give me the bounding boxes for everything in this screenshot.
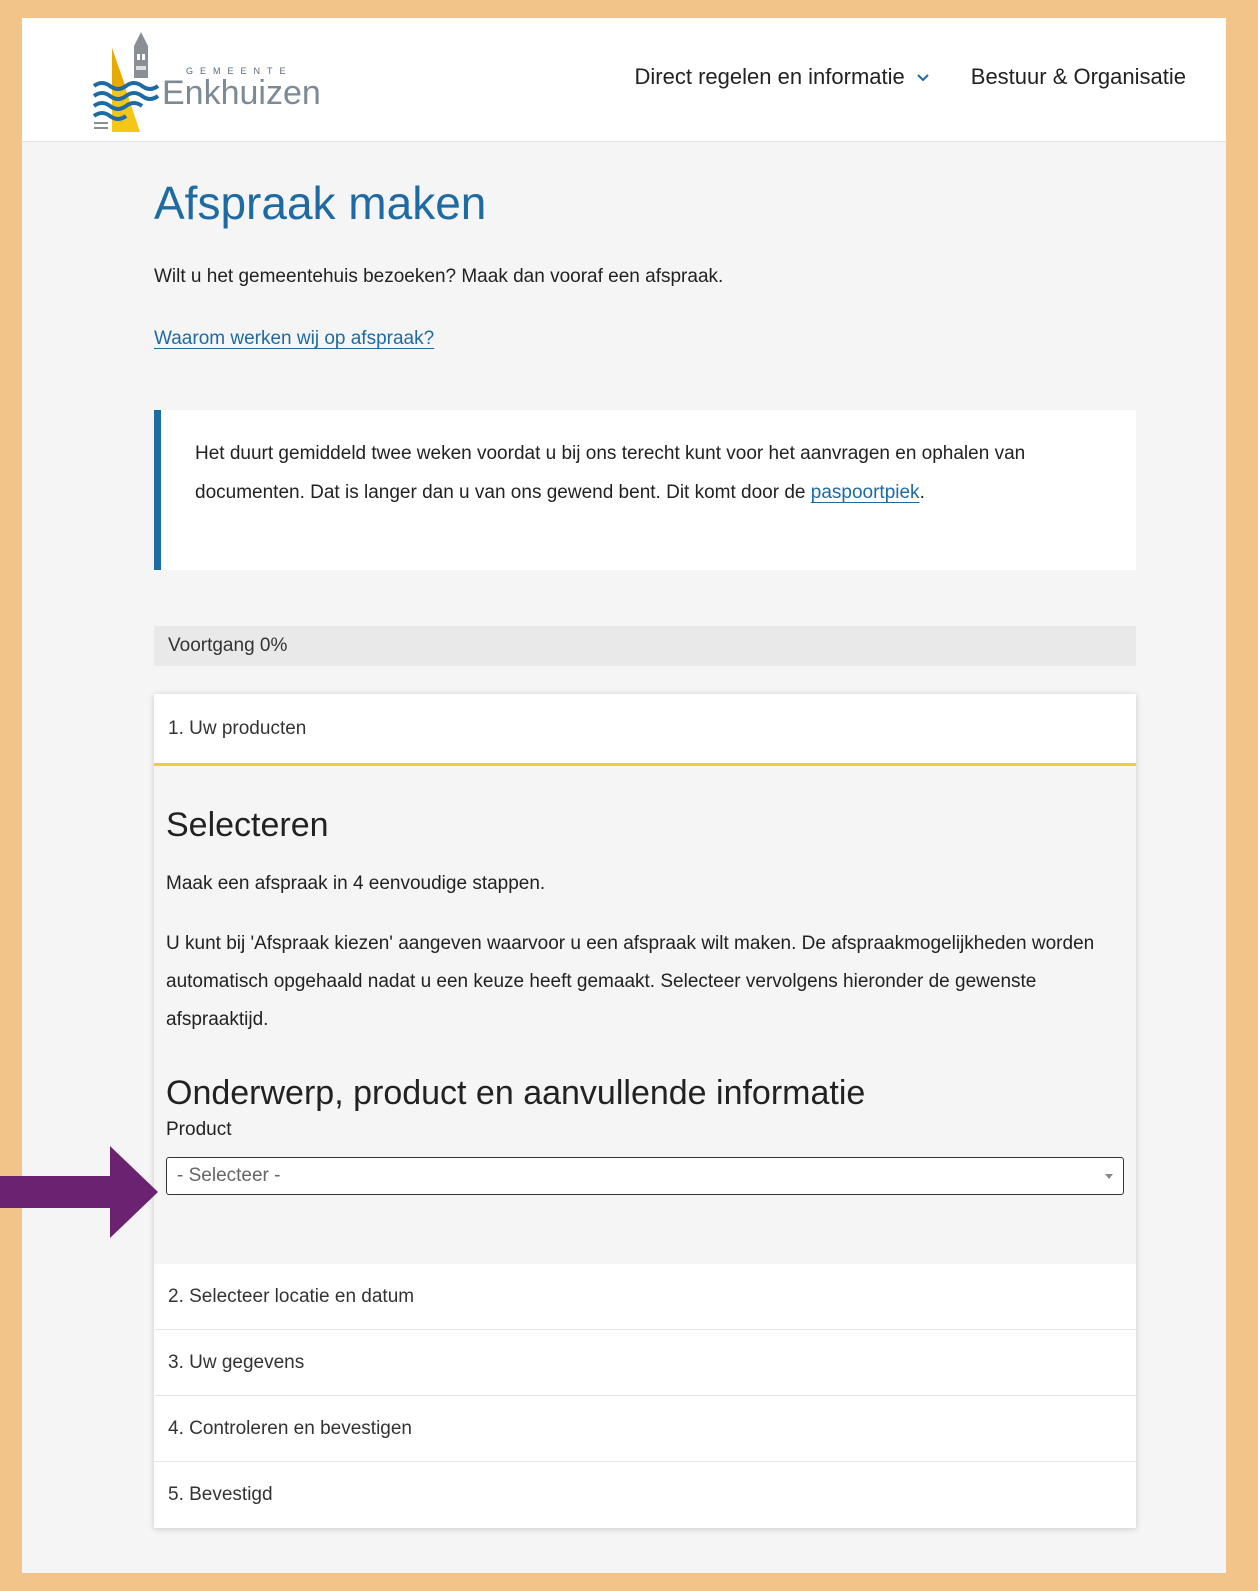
step-paragraph-1: Maak een afspraak in 4 eenvoudige stappe… — [166, 873, 546, 894]
section-heading: Onderwerp, product en aanvullende inform… — [166, 1074, 866, 1112]
nav-item-label: Direct regelen en informatie — [634, 64, 905, 89]
step-heading: Selecteren — [166, 806, 329, 844]
step-3-header[interactable]: 3. Uw gegevens — [154, 1330, 1136, 1396]
main-nav: Direct regelen en informatie Bestuur & O… — [635, 64, 1186, 90]
progress-bar: Voortgang 0% — [154, 626, 1136, 666]
nav-item-label: Bestuur & Organisatie — [970, 64, 1186, 89]
step-label: 2. Selecteer locatie en datum — [168, 1285, 415, 1307]
chevron-down-icon — [917, 74, 929, 82]
product-select-value: - Selecteer - — [177, 1165, 281, 1186]
step-1-body: Selecteren Maak een afspraak in 4 eenvou… — [154, 766, 1136, 1264]
step-4-header[interactable]: 4. Controleren en bevestigen — [154, 1396, 1136, 1462]
annotation-arrow-icon — [0, 1146, 158, 1238]
product-select[interactable]: - Selecteer - — [166, 1157, 1124, 1195]
step-5-header[interactable]: 5. Bevestigd — [154, 1462, 1136, 1528]
step-2-header[interactable]: 2. Selecteer locatie en datum — [154, 1264, 1136, 1330]
step-1-header[interactable]: 1. Uw producten — [154, 694, 1136, 766]
paspoortpiek-link[interactable]: paspoortpiek — [811, 482, 920, 503]
enkhuizen-logo[interactable]: GEMEENTE Enkhuizen — [90, 28, 330, 136]
why-appointment-link[interactable]: Waarom werken wij op afspraak? — [154, 328, 434, 350]
nav-item-direct-regelen[interactable]: Direct regelen en informatie — [635, 64, 931, 90]
logo-name-text: Enkhuizen — [162, 74, 321, 112]
step-label: 3. Uw gegevens — [168, 1351, 305, 1373]
select-caret-icon — [1105, 1173, 1113, 1179]
step-paragraph-2: U kunt bij 'Afspraak kiezen' aangeven wa… — [166, 933, 1095, 1030]
nav-item-bestuur[interactable]: Bestuur & Organisatie — [971, 64, 1186, 90]
notice-box: Het duurt gemiddeld twee weken voordat u… — [154, 410, 1136, 570]
product-label: Product — [166, 1119, 232, 1140]
site-header: GEMEENTE Enkhuizen Direct regelen en inf… — [22, 18, 1226, 142]
steps-accordion: 1. Uw producten Selecteren Maak een afsp… — [154, 694, 1136, 1528]
page-frame: GEMEENTE Enkhuizen Direct regelen en inf… — [22, 18, 1226, 1573]
progress-label: Voortgang 0% — [168, 635, 288, 656]
notice-text-end: . — [919, 482, 925, 503]
step-label: 1. Uw producten — [168, 717, 307, 739]
step-label: 5. Bevestigd — [168, 1484, 273, 1505]
main-content: Afspraak maken Wilt u het gemeentehuis b… — [154, 142, 1136, 1528]
step-label: 4. Controleren en bevestigen — [168, 1417, 412, 1439]
page-title: Afspraak maken — [154, 177, 487, 229]
intro-text: Wilt u het gemeentehuis bezoeken? Maak d… — [154, 266, 724, 287]
